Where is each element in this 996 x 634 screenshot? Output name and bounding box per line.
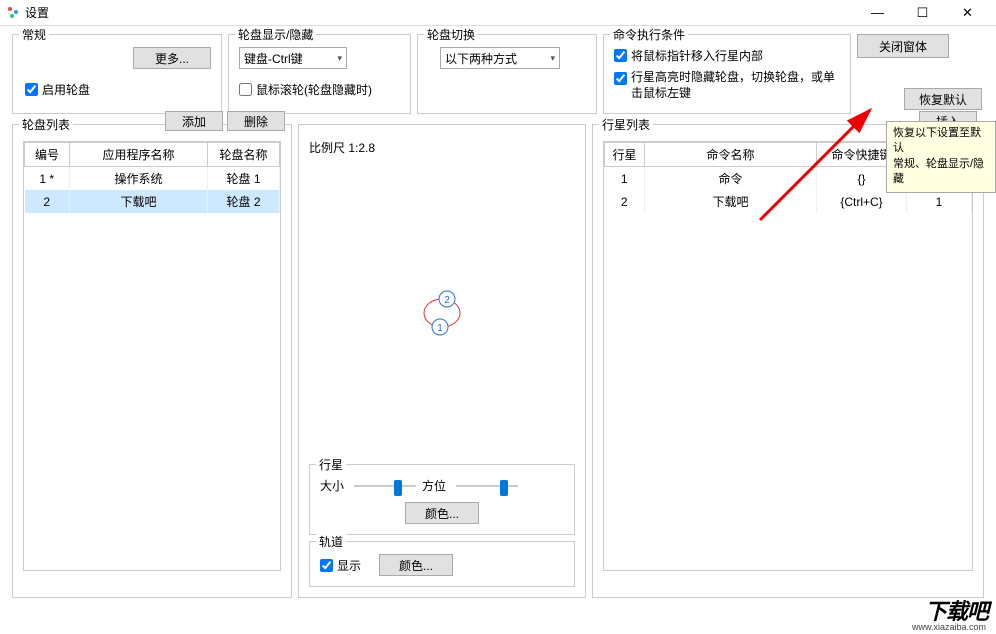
chevron-down-icon: ▾ xyxy=(550,53,555,64)
svg-text:1: 1 xyxy=(437,323,443,334)
minimize-button[interactable]: — xyxy=(855,0,900,26)
close-button[interactable]: ✕ xyxy=(945,0,990,26)
wheel-list-panel: 轮盘列表 添加 删除 编号 应用程序名称 轮盘名称 1 * 操作系统 轮盘 1 xyxy=(12,124,292,598)
restore-default-button[interactable]: 恢复默认 xyxy=(904,88,982,110)
watermark-url: www.xiazaiba.com xyxy=(912,622,986,632)
group-display-title: 轮盘显示/隐藏 xyxy=(235,26,316,43)
wheel-table[interactable]: 编号 应用程序名称 轮盘名称 1 * 操作系统 轮盘 1 2 下载吧 轮盘 2 xyxy=(24,142,280,213)
size-slider[interactable] xyxy=(354,478,416,494)
table-row[interactable]: 2 下载吧 {Ctrl+C} 1 xyxy=(605,190,972,213)
highlight-checkbox[interactable]: 行星高亮时隐藏轮盘，切换轮盘，或单击鼠标左键 xyxy=(614,70,840,101)
group-display: 轮盘显示/隐藏 键盘-Ctrl键 ▾ 鼠标滚轮(轮盘隐藏时) xyxy=(228,34,411,114)
switch-combo[interactable]: 以下两种方式 ▾ xyxy=(440,47,560,69)
move-pointer-checkbox[interactable]: 将鼠标指针移入行星内部 xyxy=(614,47,840,64)
table-row[interactable]: 2 下载吧 轮盘 2 xyxy=(25,190,280,213)
wheel-list-title: 轮盘列表 xyxy=(19,116,73,133)
delete-button[interactable]: 删除 xyxy=(227,111,285,131)
mouse-scroll-checkbox[interactable]: 鼠标滚轮(轮盘隐藏时) xyxy=(239,81,400,98)
enable-wheel-checkbox[interactable]: 启用轮盘 xyxy=(25,81,90,98)
show-orbit-checkbox[interactable]: 显示 xyxy=(320,557,361,574)
group-switch: 轮盘切换 以下两种方式 ▾ xyxy=(417,34,597,114)
window-title: 设置 xyxy=(25,4,855,21)
group-general-title: 常规 xyxy=(19,26,49,43)
maximize-button[interactable]: ☐ xyxy=(900,0,945,26)
group-cond-title: 命令执行条件 xyxy=(610,26,688,43)
display-combo[interactable]: 键盘-Ctrl键 ▾ xyxy=(239,47,347,69)
restore-tooltip: 恢复以下设置至默认 常规、轮盘显示/隐藏 xyxy=(886,121,996,193)
group-switch-title: 轮盘切换 xyxy=(424,26,478,43)
star-list-title: 行星列表 xyxy=(599,116,653,133)
more-button[interactable]: 更多... xyxy=(133,47,211,69)
orbit-preview: 2 1 xyxy=(309,162,575,458)
star-list-panel: 行星列表 插入 行星 命令名称 命令快捷键 重复次数 1 命令 {} 1 xyxy=(592,124,984,598)
group-general: 常规 更多... 启用轮盘 xyxy=(12,34,222,114)
chevron-down-icon: ▾ xyxy=(337,53,342,64)
app-icon xyxy=(6,6,20,20)
table-row[interactable]: 1 * 操作系统 轮盘 1 xyxy=(25,167,280,191)
preview-panel: 比例尺 1:2.8 2 1 行星 大小 方位 xyxy=(298,124,586,598)
star-color-button[interactable]: 颜色... xyxy=(405,502,479,524)
orbit-color-button[interactable]: 颜色... xyxy=(379,554,453,576)
add-button[interactable]: 添加 xyxy=(165,111,223,131)
group-condition: 命令执行条件 将鼠标指针移入行星内部 行星高亮时隐藏轮盘，切换轮盘，或单击鼠标左… xyxy=(603,34,851,114)
scale-label: 比例尺 1:2.8 xyxy=(309,139,575,156)
svg-text:2: 2 xyxy=(444,295,450,306)
orbit-group: 轨道 显示 颜色... xyxy=(309,541,575,587)
star-group: 行星 大小 方位 颜色... xyxy=(309,464,575,535)
close-window-button[interactable]: 关闭窗体 xyxy=(857,34,949,58)
orient-slider[interactable] xyxy=(456,478,518,494)
